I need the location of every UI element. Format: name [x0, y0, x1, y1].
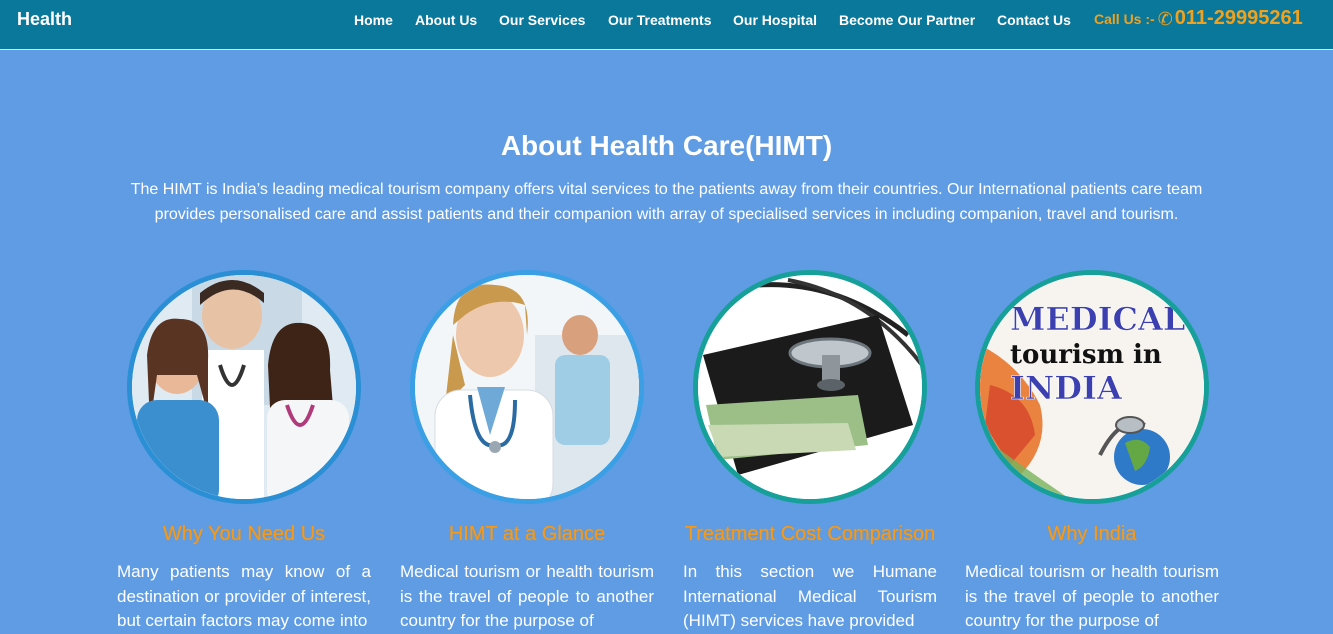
doctor-illustration	[415, 275, 639, 499]
nav-home[interactable]: Home	[354, 12, 393, 28]
medical-tourism-india-illustration: MEDICAL tourism in INDIA	[980, 275, 1204, 499]
nav-our-services[interactable]: Our Services	[499, 12, 585, 28]
card-title[interactable]: Treatment Cost Comparison	[683, 523, 937, 546]
doctor-image	[410, 270, 644, 504]
image-text-india: INDIA	[1010, 369, 1123, 407]
card-text: Medical tourism or health tourism is the…	[965, 562, 1219, 630]
about-intro: The HIMT is India’s leading medical tour…	[130, 181, 1203, 223]
card-text: Many patients may know of a destination …	[117, 562, 371, 630]
nav-our-hospital[interactable]: Our Hospital	[733, 12, 817, 28]
image-text-medical: MEDICAL	[1010, 300, 1185, 338]
card-text: Medical tourism or health tourism is the…	[400, 562, 654, 630]
phone-number[interactable]: 011-29995261	[1175, 7, 1303, 29]
card-title[interactable]: Why You Need Us	[117, 523, 371, 546]
wallet-stethoscope-image	[693, 270, 927, 504]
doctors-team-illustration	[132, 275, 356, 499]
call-us[interactable]: Call Us :- ✆ 011-29995261	[1094, 7, 1303, 30]
doctors-team-image	[127, 270, 361, 504]
call-us-label: Call Us :-	[1094, 11, 1155, 27]
nav-contact-us[interactable]: Contact Us	[997, 12, 1071, 28]
phone-icon: ✆	[1157, 9, 1173, 29]
nav-our-treatments[interactable]: Our Treatments	[608, 12, 711, 28]
card-text: In this section we Humane International …	[683, 562, 937, 630]
wallet-stethoscope-illustration	[698, 275, 922, 499]
image-text-tourism: tourism in	[1010, 340, 1162, 370]
top-navbar: Health Home About Us Our Services Our Tr…	[0, 0, 1333, 50]
card-title[interactable]: HIMT at a Glance	[400, 523, 654, 546]
card-title[interactable]: Why India	[965, 523, 1219, 546]
medical-tourism-india-image: MEDICAL tourism in INDIA	[975, 270, 1209, 504]
nav-about-us[interactable]: About Us	[415, 12, 477, 28]
nav-become-our-partner[interactable]: Become Our Partner	[839, 12, 975, 28]
about-title: About Health Care(HIMT)	[500, 130, 833, 161]
